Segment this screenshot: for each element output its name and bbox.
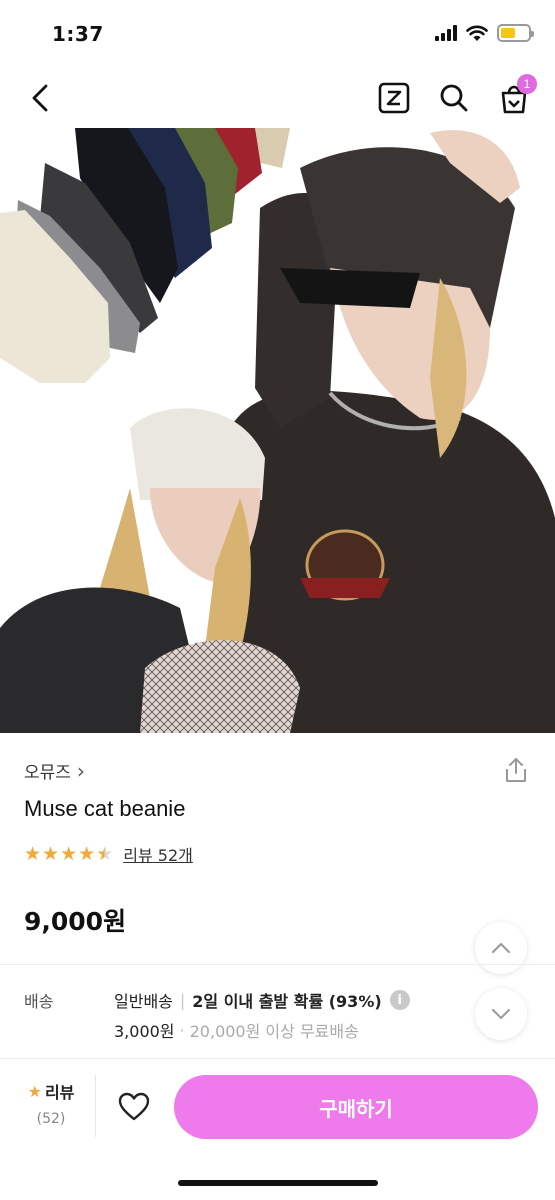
shipping-label: 배송 xyxy=(24,992,54,1011)
search-icon xyxy=(440,84,468,112)
battery-level xyxy=(501,28,516,38)
rating-row: ★ ★ ★ ★ ★ 리뷰 52개 xyxy=(24,842,193,866)
bottom-action-bar: ★ 리뷰 (52) 구매하기 xyxy=(0,1058,555,1200)
shipping-type: 일반배송 xyxy=(114,992,173,1011)
review-label: 리뷰 xyxy=(44,1083,75,1102)
star-icon: ★ xyxy=(24,842,42,865)
chevron-down-icon xyxy=(492,1009,510,1019)
cart-button[interactable]: 1 xyxy=(497,74,537,116)
star-icon: ★ xyxy=(96,842,114,865)
shipping-separator: | xyxy=(179,990,186,1010)
product-price: 9,000원 xyxy=(24,907,127,936)
buy-button[interactable]: 구매하기 xyxy=(174,1075,538,1139)
wishlist-button[interactable] xyxy=(114,1089,154,1125)
status-icons xyxy=(435,24,534,42)
share-icon xyxy=(506,758,526,782)
shipping-fee: 3,000원 xyxy=(114,1022,175,1041)
shipping-probability: 2일 이내 출발 확률 (93%) xyxy=(192,992,382,1011)
review-link[interactable]: 리뷰 52개 xyxy=(123,842,193,866)
status-bar: 1:37 xyxy=(0,0,555,66)
scroll-down-button[interactable] xyxy=(475,988,527,1040)
status-time: 1:37 xyxy=(52,22,104,46)
divider xyxy=(0,964,555,965)
scroll-up-button[interactable] xyxy=(475,922,527,974)
star-icon: ★ xyxy=(27,1081,42,1101)
chevron-right-icon: › xyxy=(76,758,85,783)
share-button[interactable] xyxy=(501,754,531,786)
free-shipping-condition: 20,000원 이상 무료배송 xyxy=(189,1022,359,1041)
back-button[interactable] xyxy=(24,80,56,116)
star-icon: ★ xyxy=(42,842,60,865)
top-navigation: 1 xyxy=(0,66,555,130)
shipping-fee-info: 3,000원 · 20,000원 이상 무료배송 xyxy=(114,1018,359,1042)
info-icon[interactable]: i xyxy=(389,990,410,1010)
home-indicator xyxy=(178,1180,378,1186)
shipping-info: 일반배송 | 2일 이내 출발 확률 (93%) i xyxy=(114,988,410,1012)
brand-link[interactable]: 오뮤즈 › xyxy=(24,758,85,784)
star-icon: ★ xyxy=(78,842,96,865)
divider xyxy=(95,1075,96,1137)
battery-icon xyxy=(497,24,534,42)
nav-actions: 1 xyxy=(377,74,537,116)
cellular-signal-icon xyxy=(435,25,457,41)
product-photo-illustration xyxy=(0,128,555,733)
zigzag-home-button[interactable] xyxy=(377,80,411,116)
star-rating: ★ ★ ★ ★ ★ xyxy=(24,842,114,865)
chevron-up-icon xyxy=(492,943,510,953)
shipping-dot: · xyxy=(179,1020,185,1040)
product-title: Muse cat beanie xyxy=(24,796,186,821)
search-button[interactable] xyxy=(437,80,471,116)
chevron-left-icon xyxy=(32,84,48,112)
wifi-icon xyxy=(466,25,488,41)
heart-icon xyxy=(118,1092,150,1121)
review-count: (52) xyxy=(36,1111,66,1127)
product-image[interactable] xyxy=(0,128,555,733)
cart-badge: 1 xyxy=(517,74,537,94)
z-logo-icon xyxy=(378,82,410,114)
brand-name: 오뮤즈 xyxy=(24,763,71,783)
review-summary-button[interactable]: ★ 리뷰 (52) xyxy=(20,1079,82,1128)
star-icon: ★ xyxy=(60,842,78,865)
